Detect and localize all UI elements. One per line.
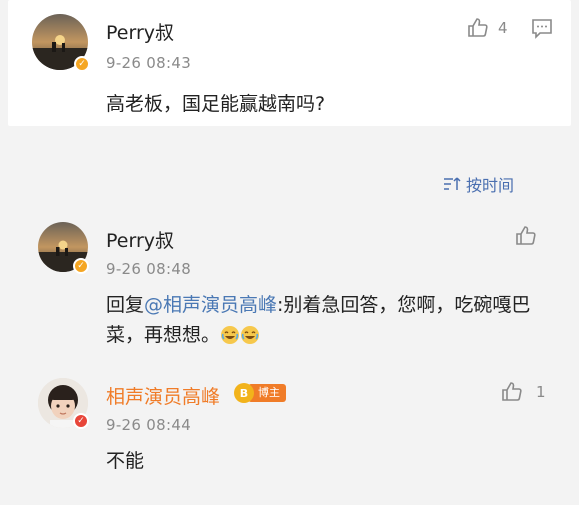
reply-time: 9-26 08:44 bbox=[106, 416, 192, 434]
reply-content: 回复@相声演员高峰:别着急回答，您啊，吃碗嘎巴菜，再想想。 bbox=[106, 290, 536, 354]
verified-badge: ✓ bbox=[74, 56, 90, 72]
vip-icon: B bbox=[234, 383, 254, 403]
laugh-cry-emoji-icon bbox=[220, 324, 240, 354]
verified-badge: ✓ bbox=[73, 413, 89, 429]
thumbs-up-icon bbox=[468, 18, 488, 37]
thumbs-up-icon bbox=[516, 226, 536, 245]
post-card: ✓ Perry叔 9-26 08:43 4 高老板，国足能赢越南吗? bbox=[8, 0, 571, 126]
reply-like-button[interactable]: 1 bbox=[500, 380, 546, 404]
post-time: 9-26 08:43 bbox=[106, 54, 192, 72]
comment-icon[interactable] bbox=[530, 16, 554, 44]
laugh-cry-emoji-icon bbox=[240, 324, 260, 354]
reply-content: 不能 bbox=[106, 450, 145, 472]
reply-username[interactable]: Perry叔 bbox=[106, 226, 174, 253]
post-username[interactable]: Perry叔 bbox=[106, 18, 174, 45]
post-like-count: 4 bbox=[498, 19, 508, 37]
blogger-tag: B 博主 bbox=[234, 383, 286, 403]
post-content: 高老板，国足能赢越南吗? bbox=[106, 93, 326, 115]
sort-icon bbox=[444, 177, 461, 190]
thumbs-up-icon bbox=[502, 382, 522, 401]
reply-prefix: 回复 bbox=[106, 294, 145, 316]
sort-label: 按时间 bbox=[466, 176, 515, 195]
sort-by-time-button[interactable]: 按时间 bbox=[442, 172, 514, 196]
post-like-button[interactable]: 4 bbox=[466, 16, 508, 40]
mention-link[interactable]: @相声演员高峰 bbox=[144, 294, 277, 316]
reply-like-count: 1 bbox=[536, 383, 546, 401]
verified-badge: ✓ bbox=[73, 258, 89, 274]
reply-time: 9-26 08:48 bbox=[106, 260, 192, 278]
reply-like-button[interactable] bbox=[514, 224, 538, 248]
reply-username[interactable]: 相声演员高峰 bbox=[106, 382, 220, 409]
